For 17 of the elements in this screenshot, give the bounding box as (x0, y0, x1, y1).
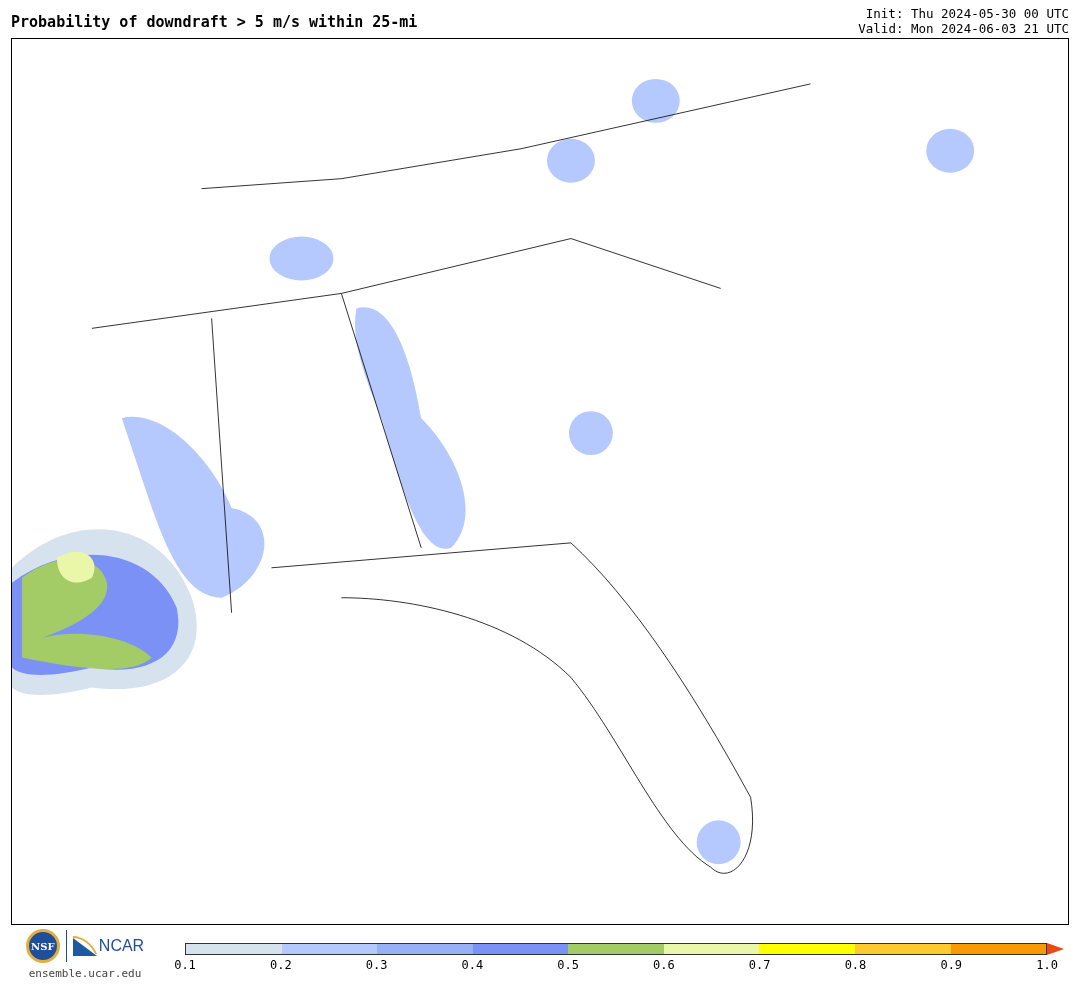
init-time: Init: Thu 2024-05-30 00 UTC (865, 6, 1069, 21)
chart-title: Probability of downdraft > 5 m/s within 25-mi (11, 12, 418, 32)
colorbar-tick-label: 1.0 (1036, 957, 1058, 973)
nsf-logo: NSF (25, 929, 60, 963)
ncar-emblem-icon (72, 936, 97, 956)
colorbar-tick-label: 0.9 (940, 957, 963, 973)
colorbar-tick-label: 0.4 (461, 957, 484, 973)
colorbar-tick-label: 0.2 (269, 957, 292, 973)
colorbar-tick-label: 0.1 (174, 957, 196, 973)
site-url: ensemble.ucar.edu (28, 966, 142, 982)
colorbar-tick-label: 0.3 (365, 957, 388, 973)
colorbar-tick-label: 0.8 (844, 957, 867, 973)
ncar-logo-text: NCAR (98, 936, 145, 956)
colorbar-tick-label: 0.5 (557, 957, 579, 973)
colorbar-tick-label: 0.6 (653, 957, 675, 973)
colorbar-tick-label: 0.7 (748, 957, 771, 973)
valid-time: Valid: Mon 2024-06-03 21 UTC (858, 21, 1069, 36)
